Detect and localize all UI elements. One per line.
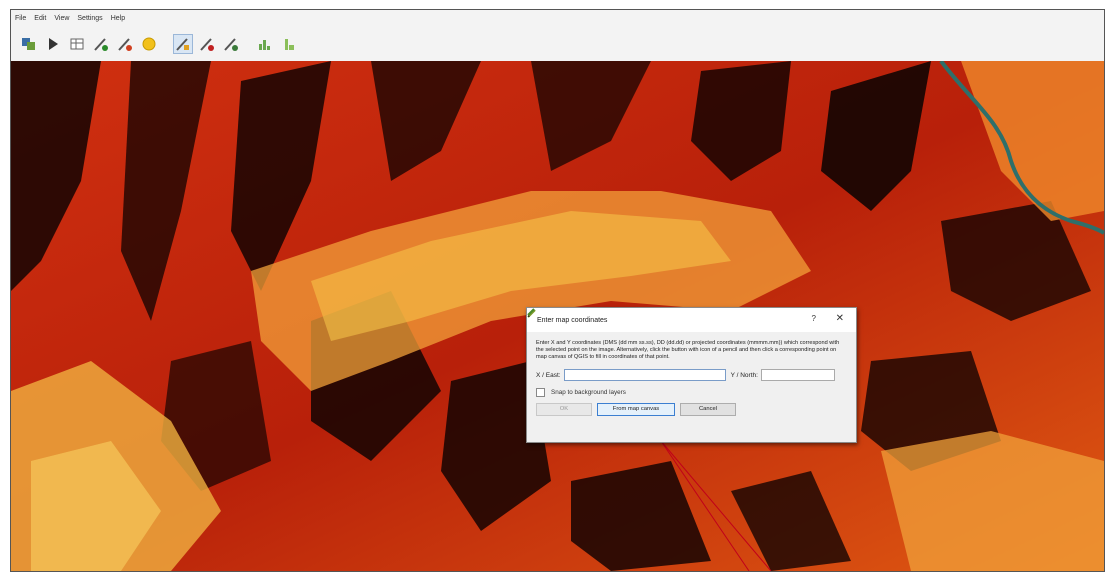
map-canvas[interactable]: Enter map coordinates ? ✕ Enter X and Y … bbox=[11, 61, 1104, 571]
close-icon[interactable]: ✕ bbox=[836, 313, 844, 324]
dialog-title: Enter map coordinates bbox=[537, 316, 608, 324]
app-window: File Edit View Settings Help Enter map c… bbox=[10, 9, 1105, 572]
move-point-icon[interactable] bbox=[115, 34, 135, 54]
menu-view[interactable]: View bbox=[54, 15, 69, 22]
menu-bar: File Edit View Settings Help bbox=[11, 10, 1104, 27]
play-icon[interactable] bbox=[43, 34, 63, 54]
coordinates-row: X / East: Y / North: bbox=[536, 369, 847, 381]
histogram-icon[interactable] bbox=[255, 34, 275, 54]
toolbar bbox=[11, 27, 1104, 61]
snap-checkbox[interactable] bbox=[536, 388, 545, 397]
dialog-titlebar: Enter map coordinates ? ✕ bbox=[527, 308, 856, 332]
menu-help[interactable]: Help bbox=[111, 15, 125, 22]
menu-edit[interactable]: Edit bbox=[34, 15, 46, 22]
delete-point-icon[interactable] bbox=[197, 34, 217, 54]
y-north-input[interactable] bbox=[760, 369, 835, 381]
y-north-label: Y / North: bbox=[730, 371, 758, 379]
menu-file[interactable]: File bbox=[15, 15, 26, 22]
map-layers-icon[interactable] bbox=[19, 34, 39, 54]
snap-label: Snap to background layers bbox=[551, 389, 626, 396]
edit-point-icon[interactable] bbox=[221, 34, 241, 54]
cancel-button[interactable]: Cancel bbox=[680, 403, 736, 416]
snap-row: Snap to background layers bbox=[536, 388, 847, 397]
menu-settings[interactable]: Settings bbox=[77, 15, 102, 22]
select-point-icon[interactable] bbox=[173, 34, 193, 54]
x-east-label: X / East: bbox=[536, 371, 561, 379]
dialog-body: Enter X and Y coordinates (DMS (dd mm ss… bbox=[527, 308, 856, 416]
dialog-buttons: OK From map canvas Cancel bbox=[527, 308, 847, 416]
add-point-icon[interactable] bbox=[91, 34, 111, 54]
pencil-icon bbox=[527, 308, 535, 316]
table-icon[interactable] bbox=[67, 34, 87, 54]
enter-map-coordinates-dialog: Enter map coordinates ? ✕ Enter X and Y … bbox=[526, 307, 857, 443]
from-map-canvas-label: From map canvas bbox=[612, 406, 660, 412]
dialog-description: Enter X and Y coordinates (DMS (dd mm ss… bbox=[536, 340, 840, 360]
x-east-input[interactable] bbox=[563, 369, 726, 381]
from-map-canvas-button[interactable]: From map canvas bbox=[527, 308, 675, 416]
chart-icon[interactable] bbox=[279, 34, 299, 54]
help-button[interactable]: ? bbox=[812, 314, 816, 323]
sun-icon[interactable] bbox=[139, 34, 159, 54]
ok-button[interactable]: OK bbox=[536, 403, 592, 416]
